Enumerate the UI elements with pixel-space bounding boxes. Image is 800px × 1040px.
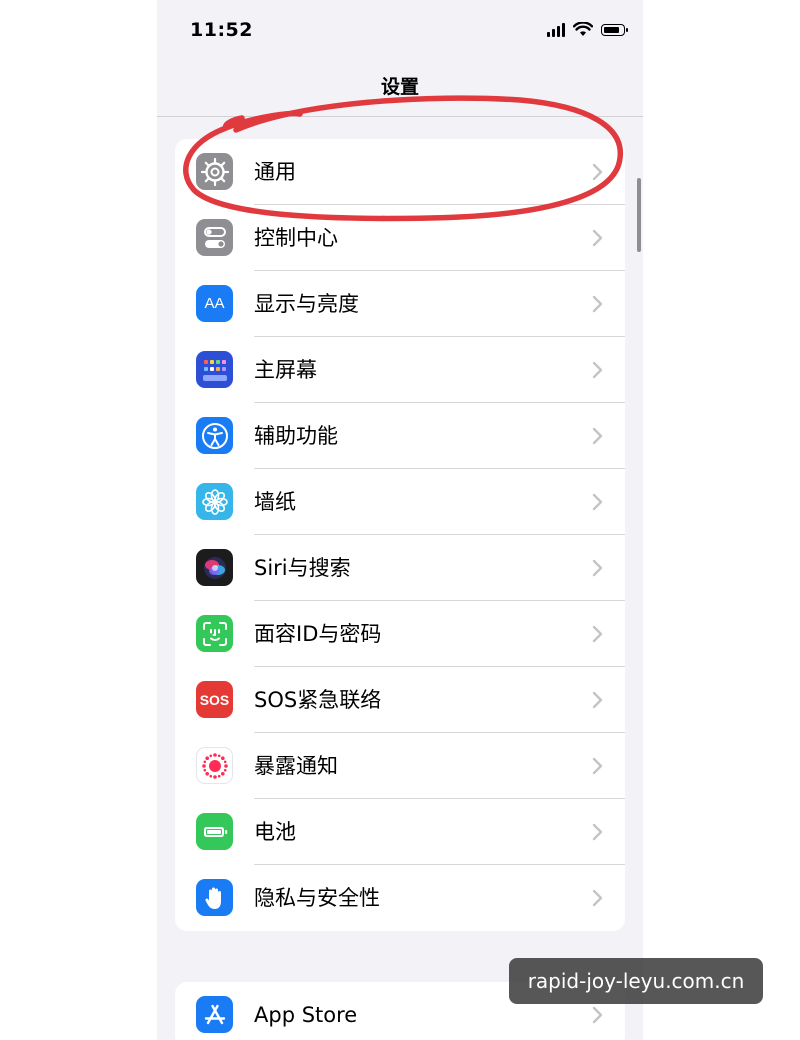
settings-row-label: Siri与搜索 — [254, 556, 351, 580]
settings-row-control-center[interactable]: 控制中心 — [175, 205, 625, 271]
settings-row-accessibility[interactable]: 辅助功能 — [175, 403, 625, 469]
settings-row-label: 显示与亮度 — [254, 292, 359, 316]
chevron-right-icon — [592, 625, 603, 643]
settings-row-siri-search[interactable]: Siri与搜索 — [175, 535, 625, 601]
settings-row-face-id-passcode[interactable]: 面容ID与密码 — [175, 601, 625, 667]
sos-icon: SOS — [196, 681, 233, 718]
settings-screen: 11:52 设置 通用 控制中心 AA 显示与亮度 主屏幕 辅助功能 墙纸 Si… — [157, 0, 643, 1040]
settings-row-label: 控制中心 — [254, 226, 338, 250]
settings-row-label: 主屏幕 — [254, 358, 317, 382]
chevron-right-icon — [592, 559, 603, 577]
settings-row-wallpaper[interactable]: 墙纸 — [175, 469, 625, 535]
settings-row-general[interactable]: 通用 — [175, 139, 625, 205]
settings-row-exposure-notifications[interactable]: 暴露通知 — [175, 733, 625, 799]
settings-row-label: 面容ID与密码 — [254, 622, 382, 646]
cellular-signal-icon — [547, 22, 565, 37]
settings-row-label: 通用 — [254, 160, 296, 184]
chevron-right-icon — [592, 427, 603, 445]
settings-row-label: 辅助功能 — [254, 424, 338, 448]
settings-row-display-brightness[interactable]: AA 显示与亮度 — [175, 271, 625, 337]
chevron-right-icon — [592, 163, 603, 181]
settings-group-main: 通用 控制中心 AA 显示与亮度 主屏幕 辅助功能 墙纸 Siri与搜索 面容I… — [175, 139, 625, 931]
wifi-icon — [573, 22, 593, 36]
text-size-icon: AA — [196, 285, 233, 322]
chevron-right-icon — [592, 757, 603, 775]
chevron-right-icon — [592, 229, 603, 247]
scroll-indicator[interactable] — [637, 178, 641, 252]
siri-icon — [196, 549, 233, 586]
nav-divider — [157, 116, 643, 117]
watermark: rapid-joy-leyu.com.cn — [509, 958, 763, 1004]
chevron-right-icon — [592, 295, 603, 313]
hand-icon — [196, 879, 233, 916]
chevron-right-icon — [592, 1006, 603, 1024]
app-store-icon — [196, 996, 233, 1033]
settings-row-label: 隐私与安全性 — [254, 886, 380, 910]
chevron-right-icon — [592, 889, 603, 907]
battery-icon — [196, 813, 233, 850]
settings-row-battery[interactable]: 电池 — [175, 799, 625, 865]
settings-row-privacy-security[interactable]: 隐私与安全性 — [175, 865, 625, 931]
settings-row-label: 暴露通知 — [254, 754, 338, 778]
chevron-right-icon — [592, 691, 603, 709]
chevron-right-icon — [592, 361, 603, 379]
status-icons — [547, 22, 628, 37]
flower-icon — [196, 483, 233, 520]
settings-row-label: 墙纸 — [254, 490, 296, 514]
home-grid-icon — [196, 351, 233, 388]
page-title: 设置 — [380, 76, 419, 98]
status-bar: 11:52 — [157, 0, 643, 62]
toggles-icon — [196, 219, 233, 256]
gear-icon — [196, 153, 233, 190]
settings-row-label: SOS紧急联络 — [254, 688, 382, 712]
status-time: 11:52 — [190, 19, 253, 41]
exposure-icon — [196, 747, 233, 784]
settings-row-label: App Store — [254, 1003, 358, 1027]
chevron-right-icon — [592, 493, 603, 511]
battery-status-icon — [601, 23, 628, 36]
accessibility-icon — [196, 417, 233, 454]
chevron-right-icon — [592, 823, 603, 841]
settings-row-emergency-sos[interactable]: SOS SOS紧急联络 — [175, 667, 625, 733]
face-id-icon — [196, 615, 233, 652]
settings-row-label: 电池 — [254, 820, 296, 844]
settings-row-home-screen[interactable]: 主屏幕 — [175, 337, 625, 403]
